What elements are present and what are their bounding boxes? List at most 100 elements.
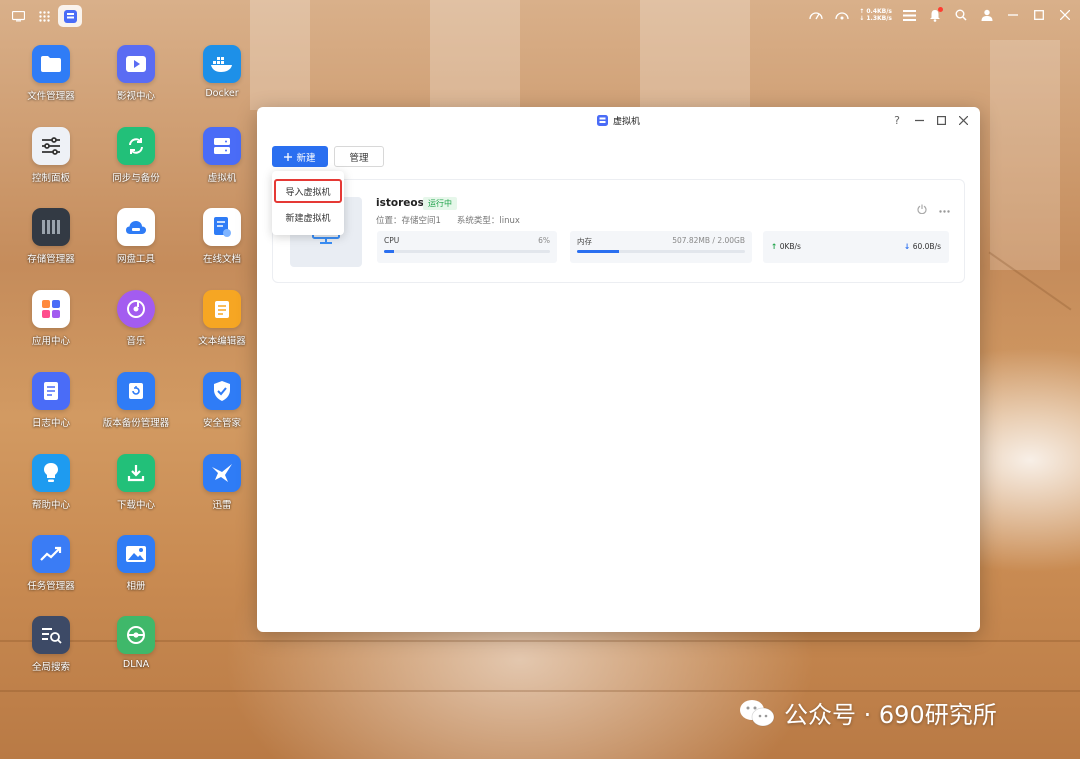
window-title: 虚拟机 — [612, 116, 640, 127]
monitor-icon — [11, 10, 25, 21]
vm-icon — [596, 114, 608, 126]
minimize-icon[interactable] — [1004, 6, 1022, 24]
menu-item-import-vm[interactable]: 导入虚拟机 — [274, 179, 342, 203]
desktop-app-label: 文本编辑器 — [198, 336, 246, 347]
network-speed: ↑ 0.4KB/s ↓ 1.3KB/s — [859, 8, 892, 22]
video-icon — [117, 45, 155, 83]
desktop-app-app-center[interactable]: 应用中心 — [6, 290, 96, 347]
desktop-app-photos[interactable]: 相册 — [91, 535, 181, 592]
desktop-app-label: 应用中心 — [31, 336, 70, 347]
app-grid-button[interactable] — [32, 5, 56, 27]
desktop-app-label: Docker — [205, 88, 239, 99]
vm-os-type: 系统类型：linux — [456, 216, 520, 226]
network-monitor-icon[interactable] — [833, 6, 851, 24]
desktop-app-online-docs[interactable]: 在线文档 — [177, 208, 267, 265]
new-dropdown-menu: 导入虚拟机 新建虚拟机 — [272, 171, 344, 235]
desktop-app-label: 迅雷 — [212, 500, 232, 511]
desktop-app-label: 同步与备份 — [112, 173, 160, 184]
manage-button[interactable]: 管理 — [334, 146, 384, 167]
window-title-bar[interactable]: 虚拟机 — [257, 107, 980, 133]
net-up-speed: ↑ 0.4KB/s — [859, 8, 892, 15]
memory-stat: 内存 507.82MB / 2.00GB — [570, 231, 752, 263]
desktop-app-label: DLNA — [122, 659, 150, 670]
vm-net-up: 0KB/s — [779, 242, 801, 251]
desktop-app-text-editor[interactable]: 文本编辑器 — [177, 290, 267, 347]
desktop-app-label: 任务管理器 — [27, 581, 75, 592]
sliders-icon — [32, 127, 70, 165]
network-stat: ↑ 0KB/s ↓ 60.0B/s — [763, 231, 949, 263]
watermark: 公众号 · 690研究所 — [738, 695, 997, 730]
desktop-app-log-center[interactable]: 日志中心 — [6, 372, 96, 429]
notification-bell-icon[interactable] — [926, 6, 944, 24]
desktop-app-label: 下载中心 — [116, 500, 155, 511]
vm-icon — [203, 127, 241, 165]
photo-icon — [117, 535, 155, 573]
folder-icon — [32, 45, 70, 83]
desktop-app-storage-manager[interactable]: 存储管理器 — [6, 208, 96, 265]
search-icon[interactable] — [952, 6, 970, 24]
taskbar-vm-button[interactable] — [58, 5, 82, 27]
task-list-icon[interactable] — [900, 6, 918, 24]
memory-label: 内存 — [577, 237, 592, 246]
minimize-icon — [914, 119, 924, 121]
desktop-app-label: 日志中心 — [31, 418, 70, 429]
desktop-app-virtual-machine[interactable]: 虚拟机 — [177, 127, 267, 184]
watermark-text: 公众号 · 690研究所 — [784, 701, 997, 729]
desktop-app-thunder[interactable]: 迅雷 — [177, 454, 267, 511]
top-bar: ↑ 0.4KB/s ↓ 1.3KB/s — [0, 0, 1080, 32]
grid-icon — [38, 10, 50, 22]
speed-gauge-icon[interactable] — [807, 6, 825, 24]
docker-icon — [203, 45, 241, 83]
shield-icon — [203, 372, 241, 410]
music-icon — [117, 290, 155, 328]
vm-card[interactable]: istoreos 运行中 位置：存储空间1 系统类型：linux CPU 6% … — [272, 179, 965, 283]
cpu-label: CPU — [384, 236, 400, 245]
user-icon[interactable] — [978, 6, 996, 24]
close-icon[interactable] — [1056, 6, 1074, 24]
bulb-icon — [32, 454, 70, 492]
storage-icon — [32, 208, 70, 246]
desktop-app-cloud-tool[interactable]: 网盘工具 — [91, 208, 181, 265]
memory-value: 507.82MB / 2.00GB — [672, 236, 745, 245]
window-minimize-button[interactable] — [912, 113, 926, 127]
help-button[interactable]: ? — [890, 113, 904, 127]
desktop-app-control-panel[interactable]: 控制面板 — [6, 127, 96, 184]
vm-net-down: 60.0B/s — [912, 242, 941, 251]
window-close-button[interactable] — [956, 113, 970, 127]
desktop-app-video-center[interactable]: 影视中心 — [91, 45, 181, 102]
desktop-app-label: 影视中心 — [116, 91, 155, 102]
close-icon — [958, 115, 968, 125]
new-button-label: 新建 — [296, 152, 316, 164]
desktop-app-security[interactable]: 安全管家 — [177, 372, 267, 429]
search-list-icon — [32, 616, 70, 654]
download-icon — [117, 454, 155, 492]
desktop-app-docker[interactable]: Docker — [177, 45, 267, 99]
more-icon[interactable] — [939, 205, 950, 216]
desktop-app-help-center[interactable]: 帮助中心 — [6, 454, 96, 511]
desktop-app-download-center[interactable]: 下载中心 — [91, 454, 181, 511]
apps-icon — [32, 290, 70, 328]
notepad-icon — [203, 290, 241, 328]
chart-icon — [32, 535, 70, 573]
desktop-app-music[interactable]: 音乐 — [91, 290, 181, 347]
desktop-app-global-search[interactable]: 全局搜索 — [6, 616, 96, 673]
new-button[interactable]: 新建 — [272, 146, 328, 167]
show-desktop-button[interactable] — [6, 5, 30, 27]
vm-window: 虚拟机 ? 新建 管理 istoreos 运行中 位置：存储空间1 系统类型：l… — [257, 107, 980, 632]
download-arrow-icon: ↓ — [904, 242, 911, 251]
menu-item-create-vm[interactable]: 新建虚拟机 — [272, 205, 344, 229]
desktop-app-sync-backup[interactable]: 同步与备份 — [91, 127, 181, 184]
desktop-app-file-manager[interactable]: 文件管理器 — [6, 45, 96, 102]
desktop-app-version-backup[interactable]: 版本备份管理器 — [91, 372, 181, 429]
desktop-app-dlna[interactable]: DLNA — [91, 616, 181, 670]
desktop-app-label: 全局搜索 — [31, 662, 70, 673]
desktop-app-task-manager[interactable]: 任务管理器 — [6, 535, 96, 592]
window-maximize-button[interactable] — [934, 113, 948, 127]
thunder-bird-icon — [203, 454, 241, 492]
maximize-icon[interactable] — [1030, 6, 1048, 24]
cloud-drive-icon — [117, 208, 155, 246]
cpu-stat: CPU 6% — [377, 231, 557, 263]
desktop-app-label: 文件管理器 — [27, 91, 75, 102]
power-icon[interactable] — [917, 204, 927, 217]
desktop-app-label: 控制面板 — [31, 173, 70, 184]
